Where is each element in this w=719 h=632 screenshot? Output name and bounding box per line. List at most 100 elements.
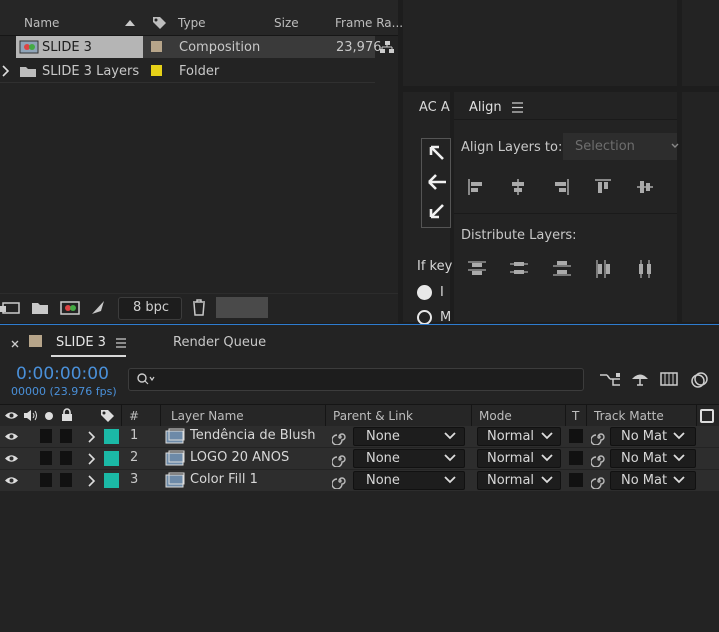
distribute-bottom-icon[interactable] xyxy=(552,259,571,277)
align-left-icon[interactable] xyxy=(467,178,485,196)
bit-depth-label: 8 bpc xyxy=(133,300,170,315)
radio-option-1[interactable] xyxy=(417,285,432,300)
visibility-eye-icon[interactable] xyxy=(4,475,19,486)
trash-icon[interactable] xyxy=(191,299,207,316)
layer-empty-area[interactable] xyxy=(0,492,719,632)
frame-blending-icon[interactable] xyxy=(660,370,678,387)
column-track-matte[interactable]: Track Matte xyxy=(594,409,664,423)
layer-label-swatch[interactable] xyxy=(104,429,119,444)
tab-slide3[interactable]: SLIDE 3 xyxy=(56,335,106,350)
preserve-transparency-toggle[interactable] xyxy=(569,451,583,465)
solo-toggle[interactable] xyxy=(40,473,52,487)
column-layer-name[interactable]: Layer Name xyxy=(171,409,244,423)
lock-toggle[interactable] xyxy=(60,473,72,487)
sort-up-icon[interactable] xyxy=(124,19,136,27)
panel-menu-icon[interactable] xyxy=(116,338,127,348)
layer-row[interactable]: 2 LOGO 20 ANOS None Normal No Mat xyxy=(0,448,719,469)
expand-chevron-icon[interactable] xyxy=(88,475,96,487)
layer-row[interactable]: 3 Color Fill 1 None Normal No Mat xyxy=(0,470,719,491)
column-frame-rate[interactable]: Frame Ra... xyxy=(335,16,403,30)
interpret-footage-icon[interactable] xyxy=(0,300,20,316)
lock-icon[interactable] xyxy=(61,408,73,422)
project-item-folder[interactable]: SLIDE 3 Layers Folder xyxy=(0,60,398,82)
layer-search-input[interactable] xyxy=(128,368,584,391)
blend-mode-select[interactable]: Normal xyxy=(477,449,561,468)
expand-chevron-icon[interactable] xyxy=(88,431,96,443)
tab-render-queue[interactable]: Render Queue xyxy=(173,335,266,350)
track-matte-select[interactable]: No Mat xyxy=(610,449,696,468)
pickwhip-spiral-icon[interactable] xyxy=(332,429,348,445)
project-item-composition[interactable]: SLIDE 3 Composition 23,976 xyxy=(0,36,398,58)
matte-spiral-icon[interactable] xyxy=(591,473,607,489)
column-type[interactable]: Type xyxy=(178,16,206,30)
arrow-down-left-icon[interactable] xyxy=(428,202,446,220)
solo-dot-icon[interactable] xyxy=(45,412,53,420)
expand-chevron-icon[interactable] xyxy=(88,453,96,465)
column-name[interactable]: Name xyxy=(24,16,59,30)
layer-row[interactable]: 1 Tendência de Blush None Normal No Mat xyxy=(0,426,719,447)
flowchart-icon[interactable] xyxy=(379,40,395,54)
layer-label-swatch[interactable] xyxy=(104,473,119,488)
blend-mode-select[interactable]: Normal xyxy=(477,427,561,446)
radio-label-2: M xyxy=(440,310,452,325)
preserve-transparency-toggle[interactable] xyxy=(569,473,583,487)
distribute-left-icon[interactable] xyxy=(594,259,612,278)
arrow-left-icon[interactable] xyxy=(427,173,447,191)
pickwhip-spiral-icon[interactable] xyxy=(332,473,348,489)
align-horizontal-center-icon[interactable] xyxy=(509,178,527,196)
expand-chevron-icon[interactable] xyxy=(2,65,10,77)
motion-blur-icon[interactable] xyxy=(690,370,710,388)
preserve-transparency-toggle[interactable] xyxy=(569,429,583,443)
pickwhip-spiral-icon[interactable] xyxy=(332,451,348,467)
label-color-swatch[interactable] xyxy=(151,41,162,52)
column-size[interactable]: Size xyxy=(274,16,299,30)
align-top-icon[interactable] xyxy=(594,178,612,196)
label-tag-icon[interactable] xyxy=(99,408,115,424)
align-vertical-center-icon[interactable] xyxy=(636,178,654,196)
timeline-options-icon[interactable] xyxy=(700,409,714,423)
align-right-icon[interactable] xyxy=(552,178,570,196)
layer-label-swatch[interactable] xyxy=(104,451,119,466)
layer-name[interactable]: Color Fill 1 xyxy=(190,472,258,487)
track-matte-select[interactable]: No Mat xyxy=(610,427,696,446)
audio-speaker-icon[interactable] xyxy=(23,409,39,422)
current-time[interactable]: 0:00:00:00 xyxy=(16,364,109,384)
distribute-top-icon[interactable] xyxy=(467,259,486,277)
label-color-swatch[interactable] xyxy=(151,65,162,76)
layer-name[interactable]: LOGO 20 ANOS xyxy=(190,450,289,465)
solo-toggle[interactable] xyxy=(40,429,52,443)
video-eye-icon[interactable] xyxy=(4,410,19,421)
ac-panel-tab[interactable]: AC A xyxy=(419,100,450,115)
blend-mode-select[interactable]: Normal xyxy=(477,471,561,490)
track-matte-select[interactable]: No Mat xyxy=(610,471,696,490)
solo-toggle[interactable] xyxy=(40,451,52,465)
distribute-vertical-center-icon[interactable] xyxy=(509,259,528,277)
close-tab-icon[interactable] xyxy=(11,340,19,348)
radio-option-2[interactable] xyxy=(417,310,432,325)
color-swatch-button[interactable] xyxy=(216,297,268,318)
project-settings-icon[interactable] xyxy=(90,299,106,316)
matte-spiral-icon[interactable] xyxy=(591,429,607,445)
column-mode[interactable]: Mode xyxy=(479,409,512,423)
arrow-up-left-icon[interactable] xyxy=(428,144,446,162)
label-tag-icon[interactable] xyxy=(151,15,167,31)
new-composition-icon[interactable] xyxy=(60,300,80,316)
lock-toggle[interactable] xyxy=(60,451,72,465)
visibility-eye-icon[interactable] xyxy=(4,453,19,464)
bit-depth-button[interactable]: 8 bpc xyxy=(118,297,182,320)
draft-3d-icon[interactable] xyxy=(630,370,650,386)
parent-select[interactable]: None xyxy=(353,427,465,446)
lock-toggle[interactable] xyxy=(60,429,72,443)
layer-name[interactable]: Tendência de Blush xyxy=(190,428,315,443)
new-folder-icon[interactable] xyxy=(31,300,49,315)
distribute-horizontal-center-icon[interactable] xyxy=(636,259,654,278)
parent-select[interactable]: None xyxy=(353,449,465,468)
align-panel-title[interactable]: Align xyxy=(469,100,502,115)
visibility-eye-icon[interactable] xyxy=(4,431,19,442)
column-parent-link[interactable]: Parent & Link xyxy=(333,409,413,423)
comp-flowchart-icon[interactable] xyxy=(599,371,621,387)
align-layers-to-select[interactable]: Selection xyxy=(563,133,679,160)
panel-menu-icon[interactable] xyxy=(512,102,524,113)
parent-select[interactable]: None xyxy=(353,471,465,490)
matte-spiral-icon[interactable] xyxy=(591,451,607,467)
